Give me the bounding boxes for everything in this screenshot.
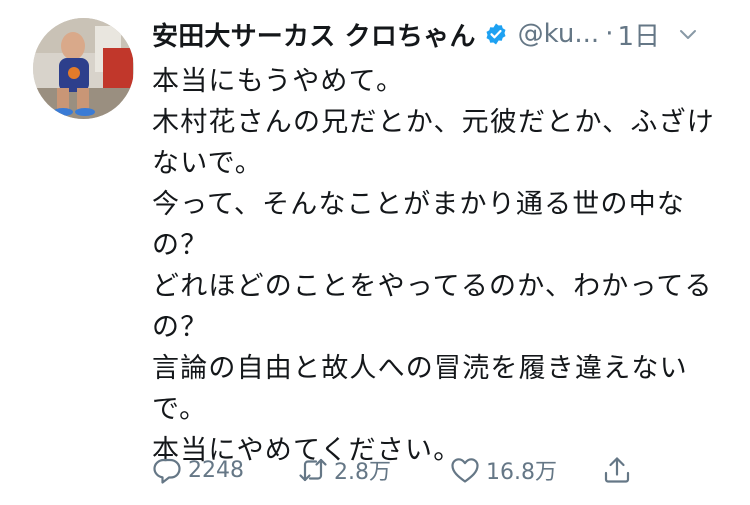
avatar[interactable] xyxy=(33,18,134,119)
avatar-image xyxy=(33,18,134,119)
share-button[interactable] xyxy=(602,450,632,490)
timestamp[interactable]: 1日 xyxy=(617,16,660,53)
reply-button[interactable]: 2248 xyxy=(152,450,244,490)
tweet-text-line: の？ xyxy=(152,230,209,261)
reply-icon xyxy=(152,455,182,485)
handle[interactable]: @ku... xyxy=(518,19,600,49)
tweet-text-line: ないで。 xyxy=(152,148,263,179)
retweet-button[interactable]: 2.8万 xyxy=(298,450,391,490)
like-count: 16.8万 xyxy=(486,460,557,485)
chevron-down-icon[interactable] xyxy=(676,22,700,46)
heart-icon xyxy=(450,455,480,485)
tweet-text-line: 本当にもうやめて。 xyxy=(152,66,405,97)
tweet-text-line: 今って、そんなことがまかり通る世の中な xyxy=(152,189,686,220)
tweet[interactable]: 安田大サーカス クロちゃん @ku... · 1日 本当にもうやめて。 木村花さ… xyxy=(0,0,750,505)
verified-badge-icon xyxy=(484,22,508,46)
action-bar: 2248 2.8万 16.8万 xyxy=(150,450,650,490)
reply-count: 2248 xyxy=(188,457,244,483)
tweet-text-line: どれほどのことをやってるのか、わかってる xyxy=(152,271,713,302)
tweet-text-line: 言論の自由と故人への冒涜を履き違えない xyxy=(152,353,688,384)
retweet-count: 2.8万 xyxy=(334,460,391,485)
display-name[interactable]: 安田大サーカス クロちゃん xyxy=(152,16,476,53)
tweet-text-line: で。 xyxy=(152,394,208,425)
tweet-text-line: 木村花さんの兄だとか、元彼だとか、ふざけ xyxy=(152,107,715,138)
like-button[interactable]: 16.8万 xyxy=(450,450,557,490)
tweet-header: 安田大サーカス クロちゃん @ku... · 1日 xyxy=(152,14,732,54)
share-icon xyxy=(602,455,632,485)
tweet-text: 本当にもうやめて。 木村花さんの兄だとか、元彼だとか、ふざけ ないで。 今って、… xyxy=(152,61,727,471)
tweet-text-line: の？ xyxy=(152,312,209,343)
retweet-icon xyxy=(298,455,328,485)
separator-dot: · xyxy=(605,19,614,49)
